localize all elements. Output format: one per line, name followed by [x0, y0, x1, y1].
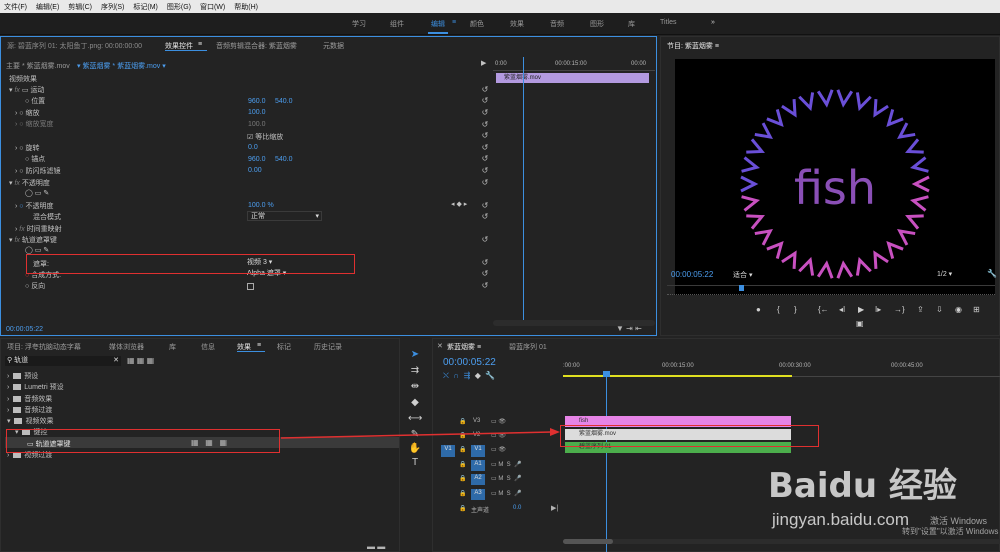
baidu-watermark: Baidu 经验 jingyan.baidu.com 激活 Windows 转到… [768, 440, 1000, 552]
baidu-url: jingyan.baidu.com [772, 510, 910, 529]
windows-activate-text: 转到"设置"以激活 Windows [902, 527, 999, 536]
baidu-logo: Baidu 经验 [768, 466, 957, 506]
